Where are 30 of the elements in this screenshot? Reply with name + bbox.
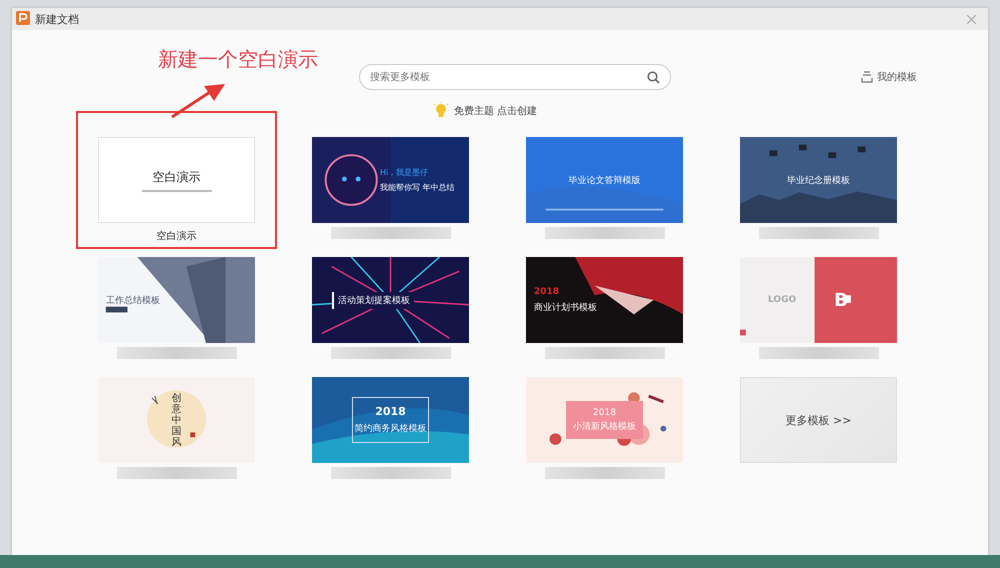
slide-text: 毕业论文答辩模版 — [568, 174, 640, 186]
slide-text: 创意中国风 — [172, 392, 182, 448]
template-card[interactable]: 工作总结模板 — [98, 257, 255, 343]
template-card[interactable]: 创意中国风 — [98, 377, 255, 463]
template-card[interactable]: 2018 商业计划书模板 — [526, 257, 683, 343]
window-title: 新建文档 — [35, 12, 79, 26]
slide-text: 活动策划提案模板 — [332, 292, 414, 308]
blank-template-card[interactable]: 空白演示 — [98, 137, 255, 223]
template-card[interactable]: 2018 简约商务风格模板 — [312, 377, 469, 463]
slide-text: 工作总结模板 — [106, 294, 160, 306]
my-templates-link[interactable]: 我的模板 — [877, 70, 917, 84]
annotation-text: 新建一个空白演示 — [158, 46, 318, 73]
slide-text: 2018 — [534, 286, 560, 296]
slide-text: 2018 — [593, 408, 616, 418]
template-card[interactable]: 毕业纪念册模板 — [740, 137, 897, 223]
slide-text: 2018 — [375, 405, 406, 418]
slide-text: 毕业纪念册模板 — [787, 174, 850, 186]
search-field[interactable]: 搜索更多模板 — [359, 64, 671, 90]
template-card[interactable]: 毕业论文答辩模版 — [526, 137, 683, 223]
slide-text: 我能帮你写 年中总结 — [380, 182, 455, 193]
slide-text: LOGO — [768, 295, 796, 305]
slide-text: 简约商务风格模板 — [354, 422, 426, 435]
template-card[interactable]: 活动策划提案模板 — [312, 257, 469, 343]
more-templates-button[interactable]: 更多模板 >> — [740, 377, 897, 463]
slide-text: 商业计划书模板 — [534, 302, 597, 314]
slide-text: 小清新风格模板 — [573, 420, 636, 432]
card-caption: 空白演示 — [156, 230, 196, 243]
slide-text: Hi，我是墨仔 — [380, 167, 428, 178]
slide-title: 空白演示 — [152, 168, 200, 186]
hint-link[interactable]: 免费主题 点击创建 — [454, 104, 538, 118]
